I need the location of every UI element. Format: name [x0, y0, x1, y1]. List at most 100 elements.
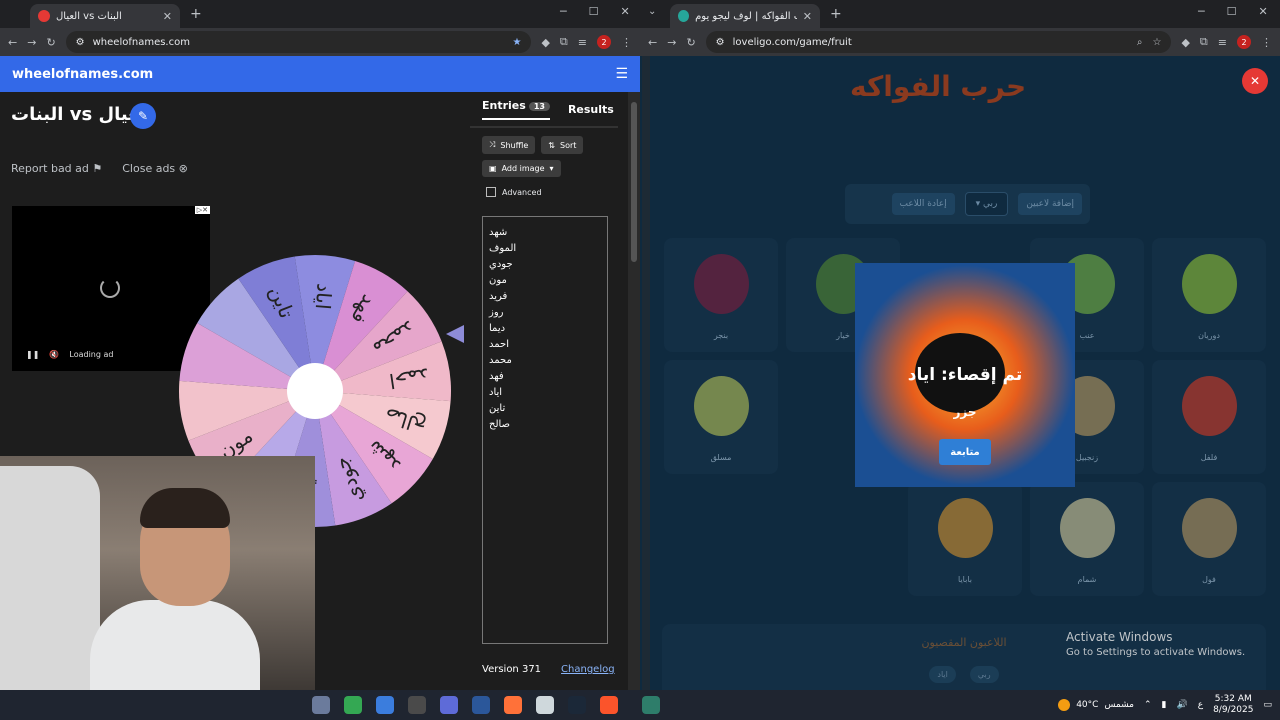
extension-icon[interactable]: ◆ — [1181, 36, 1189, 49]
advanced-toggle[interactable]: Advanced — [486, 187, 542, 197]
brave-icon[interactable] — [600, 696, 618, 714]
back-icon[interactable]: ← — [8, 36, 17, 49]
puzzle-icon[interactable]: ⧉ — [1200, 35, 1208, 49]
edit-title-button[interactable]: ✎ — [130, 103, 156, 129]
discord-icon[interactable] — [440, 696, 458, 714]
firefox-icon[interactable] — [504, 696, 522, 714]
forward-icon[interactable]: → — [667, 36, 676, 49]
store-icon[interactable] — [376, 696, 394, 714]
site-header: wheelofnames.com ☰ — [0, 56, 640, 92]
close-tab-icon[interactable]: ✕ — [803, 10, 812, 23]
reload-icon[interactable]: ↻ — [686, 36, 695, 49]
menu-dots-icon[interactable]: ⋮ — [1261, 36, 1272, 49]
ad-controls: ❚❚ 🔇 Loading ad — [26, 350, 113, 359]
tab-list-icon[interactable]: ⌄ — [648, 6, 656, 17]
wheel-center[interactable] — [287, 363, 343, 419]
close-ads-link[interactable]: Close ads ⊗ — [122, 162, 188, 175]
adchoices-icon[interactable]: ▷✕ — [194, 206, 210, 214]
add-player-button[interactable]: إضافة لاعبين — [1018, 193, 1082, 215]
fruit-card[interactable]: فول — [1152, 482, 1266, 596]
pause-icon[interactable]: ❚❚ — [26, 350, 39, 359]
bookmark-star-icon[interactable]: ☆ — [1152, 37, 1161, 48]
address-bar[interactable]: ⚙ loveligo.com/game/fruit ⌕ ☆ — [705, 31, 1172, 53]
site-logo[interactable]: wheelofnames.com — [12, 67, 153, 82]
clock[interactable]: 5:32 AM 8/9/2025 — [1213, 694, 1253, 716]
activate-subtitle: Go to Settings to activate Windows. — [1066, 647, 1246, 658]
obs-icon[interactable] — [408, 696, 426, 714]
reload-icon[interactable]: ↻ — [46, 36, 55, 49]
bookmark-star-icon[interactable]: ★ — [512, 37, 521, 48]
maximize-icon[interactable]: ☐ — [589, 5, 599, 18]
chevron-up-icon[interactable]: ⌃ — [1144, 700, 1152, 710]
entry-item: مون — [489, 275, 507, 286]
player-select[interactable]: ربي ▾ — [964, 192, 1009, 216]
profile-avatar[interactable]: 2 — [597, 35, 611, 49]
site-info-icon[interactable]: ⚙ — [716, 37, 725, 48]
site-info-icon[interactable]: ⚙ — [76, 37, 85, 48]
fruit-image — [694, 254, 749, 314]
page-scrollbar[interactable] — [628, 92, 640, 690]
language-indicator[interactable]: ع — [1198, 700, 1203, 710]
media-icon[interactable]: ≡ — [1218, 36, 1227, 49]
extension-icon[interactable]: ◆ — [541, 36, 549, 49]
advanced-checkbox[interactable] — [486, 187, 496, 197]
chrome-icon[interactable] — [344, 696, 362, 714]
close-window-icon[interactable]: ✕ — [621, 5, 630, 18]
entry-item: صالح — [489, 419, 511, 430]
mute-icon[interactable]: 🔇 — [49, 350, 59, 359]
app-icon[interactable] — [312, 696, 330, 714]
fruit-card[interactable]: مسلق — [664, 360, 778, 474]
battery-icon[interactable]: ▮ — [1162, 700, 1167, 710]
taskbar-apps — [312, 696, 660, 714]
scrollbar-thumb[interactable] — [631, 102, 637, 262]
fruit-card[interactable]: فلفل — [1152, 360, 1266, 474]
profile-avatar[interactable]: 2 — [1237, 35, 1251, 49]
minimize-icon[interactable]: ─ — [1198, 5, 1205, 18]
right-window-scrollbar[interactable] — [642, 56, 650, 690]
activate-title: Activate Windows — [1066, 630, 1173, 644]
tab-fruit-game[interactable]: لعبة حرب الفواكه | لوف ليجو يوم ✕ — [670, 4, 820, 28]
chevron-down-icon: ▾ — [549, 164, 554, 173]
address-bar[interactable]: ⚙ wheelofnames.com ★ — [65, 31, 532, 53]
window-controls: ─ ☐ ✕ — [560, 5, 630, 18]
version-text: Version 371 — [482, 664, 542, 675]
steam-icon[interactable] — [568, 696, 586, 714]
zoom-icon[interactable]: ⌕ — [1137, 37, 1143, 48]
menu-dots-icon[interactable]: ⋮ — [621, 36, 632, 49]
notification-icon[interactable]: ▭ — [1263, 700, 1272, 710]
tab-entries[interactable]: Entries 13 — [482, 99, 550, 120]
fruit-card[interactable]: بنجر — [664, 238, 778, 352]
forward-icon[interactable]: → — [27, 36, 36, 49]
minimize-icon[interactable]: ─ — [560, 5, 567, 18]
continue-button[interactable]: متابعة — [939, 439, 991, 465]
close-icon[interactable]: ✕ — [1242, 68, 1268, 94]
add-image-button[interactable]: ▣ Add image ▾ — [482, 160, 561, 177]
tab-wheelofnames[interactable]: العيال vs البنات ✕ — [30, 4, 180, 28]
entries-textarea[interactable]: شهد الموف جودي مون فريد روز ديما احمد محمد فهد ايا… — [482, 216, 608, 644]
tab-results[interactable]: Results — [568, 103, 614, 116]
puzzle-icon[interactable]: ⧉ — [560, 35, 568, 49]
fruit-card[interactable]: شمام — [1030, 482, 1144, 596]
close-tab-icon[interactable]: ✕ — [163, 10, 172, 23]
terminal-icon[interactable] — [642, 696, 660, 714]
weather-widget[interactable]: 40°C مشمس — [1058, 699, 1134, 711]
reset-player-button[interactable]: إعادة اللاعب — [891, 193, 955, 215]
hamburger-menu-icon[interactable]: ☰ — [615, 66, 628, 82]
report-ad-link[interactable]: Report bad ad ⚑ — [11, 162, 102, 175]
volume-icon[interactable]: 🔊 — [1176, 700, 1187, 710]
shuffle-button[interactable]: ⤨ Shuffle — [482, 136, 536, 154]
close-window-icon[interactable]: ✕ — [1259, 5, 1268, 18]
media-icon[interactable]: ≡ — [578, 36, 587, 49]
fruit-card[interactable]: دوريان — [1152, 238, 1266, 352]
word-icon[interactable] — [472, 696, 490, 714]
tab-title: لعبة حرب الفواكه | لوف ليجو يوم — [695, 10, 797, 22]
app2-icon[interactable] — [536, 696, 554, 714]
new-tab-icon[interactable]: + — [830, 6, 842, 22]
fruit-card[interactable]: بابايا — [908, 482, 1022, 596]
changelog-link[interactable]: Changelog — [561, 664, 615, 675]
maximize-icon[interactable]: ☐ — [1227, 5, 1237, 18]
sort-button[interactable]: ⇅ Sort — [541, 136, 584, 154]
system-tray: 40°C مشمس ⌃ ▮ 🔊 ع 5:32 AM 8/9/2025 ▭ — [1058, 694, 1272, 716]
back-icon[interactable]: ← — [648, 36, 657, 49]
new-tab-icon[interactable]: + — [190, 6, 202, 22]
